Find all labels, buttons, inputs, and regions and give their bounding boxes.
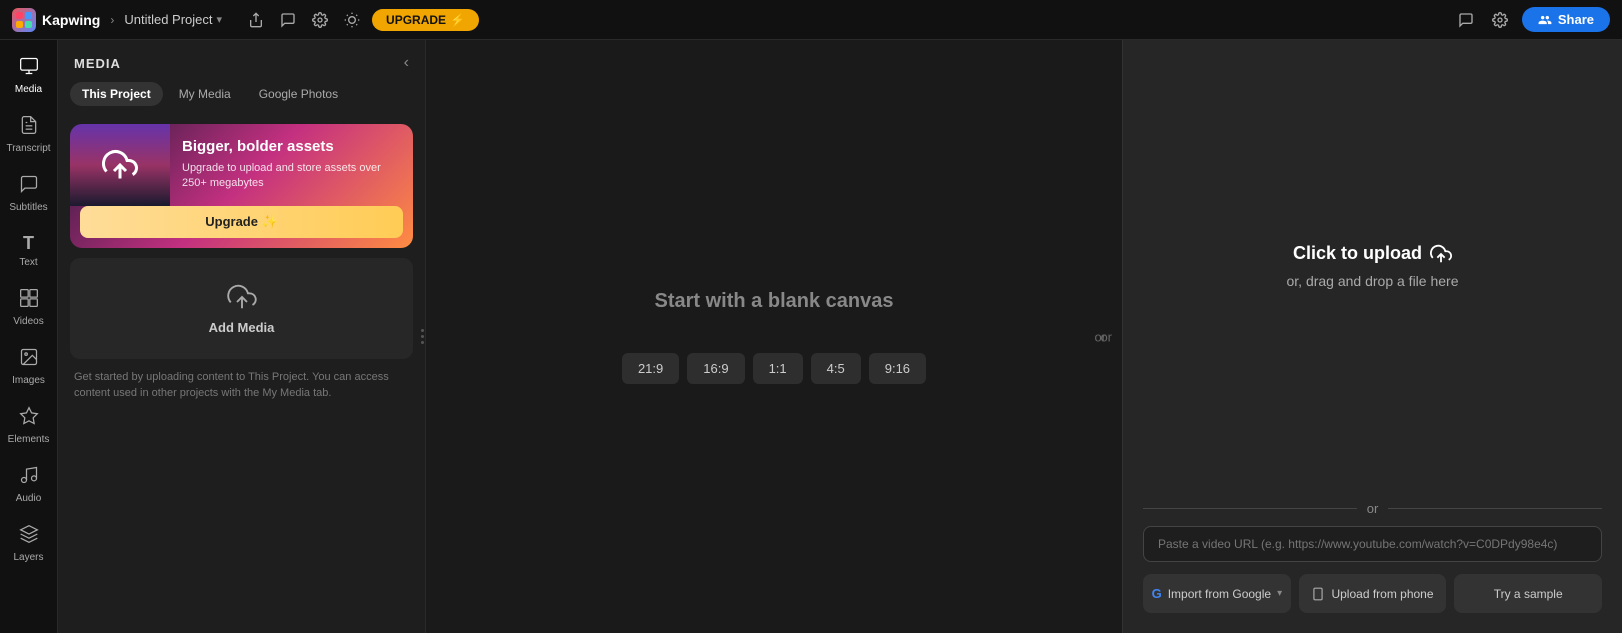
elements-icon (19, 406, 39, 431)
sidebar-item-media[interactable]: Media (3, 48, 55, 103)
add-media-area[interactable]: Add Media (70, 258, 413, 359)
project-chevron: ▾ (217, 13, 223, 26)
upgrade-card-image (70, 124, 170, 206)
text-nav-label: Text (19, 257, 37, 268)
share-button[interactable]: Share (1522, 7, 1610, 32)
upload-panel: Click to upload or, drag and drop a file… (1122, 40, 1622, 633)
layers-icon (19, 524, 39, 549)
upload-actions: G Import from Google ▾ Upload from phone… (1123, 574, 1622, 633)
canvas-area: Start with a blank canvas 21:9 16:9 1:1 … (426, 40, 1622, 633)
logo-area: Kapwing (12, 8, 100, 32)
url-input[interactable] (1143, 526, 1602, 562)
tab-my-media[interactable]: My Media (167, 82, 243, 106)
media-icon (19, 56, 39, 81)
sidebar-tabs: This Project My Media Google Photos (58, 82, 425, 116)
topbar-settings-icon-btn[interactable] (1488, 8, 1512, 32)
sidebar-item-subtitles[interactable]: Subtitles (3, 166, 55, 221)
aspect-btn-4-5[interactable]: 4:5 (811, 353, 861, 384)
comments-icon-btn[interactable] (1454, 8, 1478, 32)
tab-this-project[interactable]: This Project (70, 82, 163, 106)
import-google-button[interactable]: G Import from Google ▾ (1143, 574, 1291, 613)
url-input-row (1123, 526, 1622, 574)
aspect-btn-9-16[interactable]: 9:16 (869, 353, 926, 384)
layers-nav-label: Layers (13, 552, 43, 563)
topbar-right: Share (1454, 7, 1610, 32)
videos-icon (19, 288, 39, 313)
comment-icon-btn[interactable] (276, 8, 300, 32)
resize-handle[interactable] (419, 40, 425, 633)
upgrade-button[interactable]: UPGRADE ⚡ (372, 9, 479, 31)
upload-drop-zone[interactable]: Click to upload or, drag and drop a file… (1123, 40, 1622, 491)
import-google-chevron: ▾ (1277, 588, 1282, 599)
main-layout: Media Transcript Subtitles T Text Videos (0, 40, 1622, 633)
upgrade-card-desc: Upgrade to upload and store assets over … (182, 161, 401, 192)
kapwing-logo (12, 8, 36, 32)
aspect-btn-1-1[interactable]: 1:1 (753, 353, 803, 384)
upload-or-row: or (1123, 491, 1622, 526)
images-icon (19, 347, 39, 372)
aspect-btn-16-9[interactable]: 16:9 (687, 353, 744, 384)
blank-canvas-label: Start with a blank canvas (655, 290, 894, 313)
project-name[interactable]: Untitled Project ▾ (124, 12, 222, 27)
tab-google-photos[interactable]: Google Photos (247, 82, 350, 106)
sidebar-hint: Get started by uploading content to This… (70, 369, 413, 402)
upload-icon (1430, 243, 1452, 265)
google-icon: G (1152, 586, 1162, 601)
canvas-or-label: or (1078, 329, 1122, 344)
sidebar-item-transcript[interactable]: Transcript (3, 107, 55, 162)
settings-icon-btn[interactable] (308, 8, 332, 32)
aspect-ratio-row: 21:9 16:9 1:1 4:5 9:16 (622, 353, 926, 384)
upgrade-card: Bigger, bolder assets Upgrade to upload … (70, 124, 413, 248)
upload-drop-subtitle: or, drag and drop a file here (1286, 273, 1458, 289)
topbar-actions: UPGRADE ⚡ (244, 8, 479, 32)
videos-nav-label: Videos (13, 316, 43, 327)
elements-nav-label: Elements (8, 434, 50, 445)
subtitles-icon (19, 174, 39, 199)
brand-name: Kapwing (42, 12, 100, 28)
transcript-nav-label: Transcript (6, 143, 50, 154)
subtitles-nav-label: Subtitles (9, 202, 47, 213)
audio-nav-label: Audio (16, 493, 42, 504)
upgrade-card-title: Bigger, bolder assets (182, 138, 401, 155)
topbar: Kapwing › Untitled Project ▾ UPGRADE ⚡ (0, 0, 1622, 40)
transcript-icon (19, 115, 39, 140)
upload-drop-title: Click to upload (1293, 243, 1452, 265)
phone-icon (1311, 587, 1325, 601)
add-media-icon (227, 282, 257, 312)
sidebar-item-layers[interactable]: Layers (3, 516, 55, 571)
share-icon-btn[interactable] (244, 8, 268, 32)
upgrade-card-text: Bigger, bolder assets Upgrade to upload … (170, 124, 413, 206)
sidebar-item-elements[interactable]: Elements (3, 398, 55, 453)
sidebar-header: MEDIA ‹ (58, 40, 425, 82)
sidebar-title: MEDIA (74, 56, 121, 71)
sidebar-content: Bigger, bolder assets Upgrade to upload … (58, 116, 425, 633)
text-icon: T (23, 233, 34, 254)
media-nav-label: Media (15, 84, 42, 95)
aspect-btn-21-9[interactable]: 21:9 (622, 353, 679, 384)
sidebar-item-text[interactable]: T Text (3, 225, 55, 276)
try-sample-button[interactable]: Try a sample (1454, 574, 1602, 613)
theme-icon-btn[interactable] (340, 8, 364, 32)
images-nav-label: Images (12, 375, 45, 386)
sidebar-close-button[interactable]: ‹ (404, 54, 409, 72)
breadcrumb-chevron: › (110, 13, 114, 27)
sidebar-item-images[interactable]: Images (3, 339, 55, 394)
sidebar-item-videos[interactable]: Videos (3, 280, 55, 335)
upload-phone-button[interactable]: Upload from phone (1299, 574, 1447, 613)
add-media-label: Add Media (209, 320, 275, 335)
sidebar-item-audio[interactable]: Audio (3, 457, 55, 512)
upgrade-card-button[interactable]: Upgrade ✨ (80, 206, 403, 238)
sidebar: MEDIA ‹ This Project My Media Google Pho… (58, 40, 426, 633)
audio-icon (19, 465, 39, 490)
left-nav: Media Transcript Subtitles T Text Videos (0, 40, 58, 633)
